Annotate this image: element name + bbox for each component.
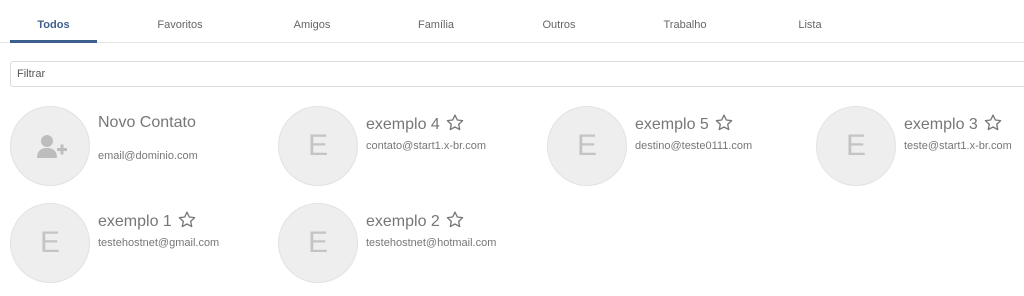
- new-contact-label: Novo Contato: [98, 114, 196, 131]
- contact-email: contato@start1.x-br.com: [366, 140, 486, 152]
- add-user-icon: [37, 135, 67, 158]
- contact-email: destino@teste0111.com: [635, 140, 753, 152]
- contact-avatar: E: [547, 106, 627, 186]
- contact-email: testehostnet@hotmail.com: [366, 237, 497, 249]
- contact-avatar: E: [10, 203, 90, 283]
- contact-card[interactable]: E exemplo 2 testehostnet@hotmail.com: [278, 203, 538, 285]
- contact-email: testehostnet@gmail.com: [98, 237, 220, 249]
- contact-card[interactable]: E exemplo 4 contato@start1.x-br.com: [278, 106, 538, 188]
- tab-familia[interactable]: Família: [396, 0, 476, 42]
- contact-name: exemplo 1: [98, 213, 172, 230]
- tab-favoritos[interactable]: Favoritos: [140, 0, 220, 42]
- tab-lista[interactable]: Lista: [770, 0, 850, 42]
- contact-avatar: E: [278, 203, 358, 283]
- contact-avatar: E: [816, 106, 896, 186]
- contact-name: exemplo 3: [904, 116, 978, 133]
- contact-name-row: exemplo 2: [366, 211, 464, 231]
- contact-card[interactable]: E exemplo 5 destino@teste0111.com: [547, 106, 807, 188]
- contact-name-row: exemplo 1: [98, 211, 196, 231]
- contact-name-row: exemplo 5: [635, 114, 733, 134]
- tab-todos[interactable]: Todos: [10, 0, 97, 43]
- contact-card[interactable]: E exemplo 3 teste@start1.x-br.com: [816, 106, 1024, 188]
- new-contact-card[interactable]: Novo Contato email@dominio.com: [10, 106, 270, 188]
- star-icon[interactable]: [984, 114, 1002, 131]
- star-icon[interactable]: [715, 114, 733, 131]
- contact-name-row: exemplo 4: [366, 114, 464, 134]
- contact-name: exemplo 2: [366, 213, 440, 230]
- new-contact-avatar[interactable]: [10, 106, 90, 186]
- contact-name: exemplo 5: [635, 116, 709, 133]
- new-contact-email: email@dominio.com: [98, 150, 198, 162]
- contact-email: teste@start1.x-br.com: [904, 140, 1012, 152]
- star-icon[interactable]: [178, 211, 196, 228]
- contact-name-row: exemplo 3: [904, 114, 1002, 134]
- contact-name: exemplo 4: [366, 116, 440, 133]
- star-icon[interactable]: [446, 211, 464, 228]
- star-icon[interactable]: [446, 114, 464, 131]
- tab-amigos[interactable]: Amigos: [272, 0, 352, 42]
- tab-outros[interactable]: Outros: [519, 0, 599, 42]
- contact-avatar: E: [278, 106, 358, 186]
- filter-input[interactable]: [10, 61, 1024, 87]
- tab-trabalho[interactable]: Trabalho: [645, 0, 725, 42]
- contact-card[interactable]: E exemplo 1 testehostnet@gmail.com: [10, 203, 270, 285]
- contact-category-tabs: Todos Favoritos Amigos Família Outros Tr…: [0, 0, 1024, 43]
